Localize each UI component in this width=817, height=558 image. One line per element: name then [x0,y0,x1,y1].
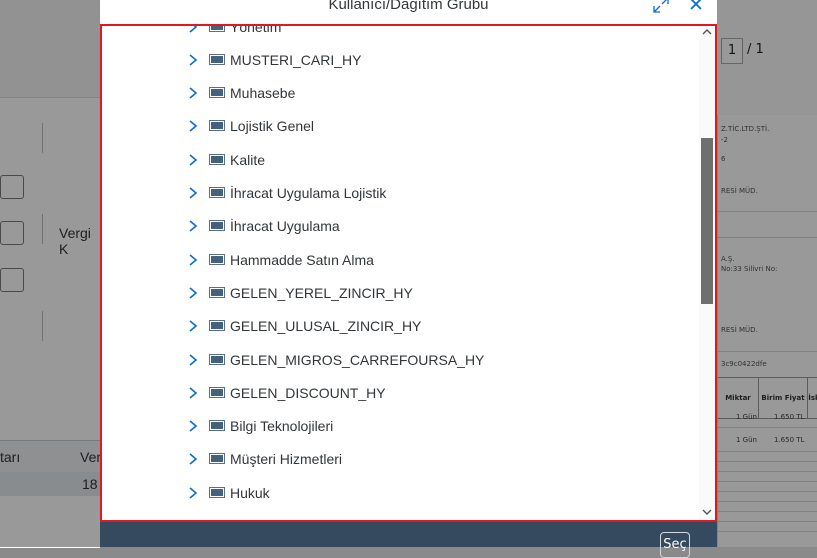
group-icon [209,53,225,65]
chevron-right-icon[interactable] [186,451,200,467]
dialog-title: Kullanıcı/Dağıtım Grubu [328,0,489,13]
chevron-right-icon[interactable] [186,318,200,334]
chevron-right-icon[interactable] [186,26,200,35]
group-icon [209,253,225,265]
group-icon [209,320,225,332]
tree-item[interactable]: Müşteri Hizmetleri [102,443,702,476]
group-select-dialog: Kullanıcı/Dağıtım Grubu Yönetim MUSTERI_C… [100,0,717,558]
tree-item-label: İhracat Uygulama Lojistik [230,185,387,201]
tree-item[interactable]: İhracat Uygulama Lojistik [102,177,702,210]
tree-item[interactable]: Hukuk [102,476,702,509]
tree-list: Yönetim MUSTERI_CARI_HY Muhasebe Lojistik G… [100,24,717,522]
group-icon [209,353,225,365]
chevron-right-icon[interactable] [186,85,200,101]
tree-item[interactable]: GELEN_MIGROS_CARREFOURSA_HY [102,343,702,376]
group-icon [209,420,225,432]
group-icon [209,386,225,398]
chevron-right-icon[interactable] [186,252,200,268]
tree-item-label: Lojistik Genel [230,118,315,135]
chevron-right-icon[interactable] [186,418,200,434]
tree-item-label: Kalite [230,151,266,168]
chevron-right-icon[interactable] [186,218,200,234]
group-icon [209,120,225,132]
chevron-right-icon[interactable] [186,118,200,134]
chevron-right-icon[interactable] [186,285,200,301]
tree-item[interactable]: İhracat Uygulama [102,210,702,243]
group-icon [209,187,225,198]
tree-item[interactable]: Bilgi Teknolojileri [102,410,702,443]
group-icon [209,153,225,165]
select-button[interactable]: Seç [660,532,690,558]
tree-item-label: Hammadde Satın Alma [230,251,374,268]
tree-item[interactable]: Yönetim [102,24,702,43]
dialog-header: Kullanıcı/Dağıtım Grubu [100,0,717,24]
chevron-right-icon[interactable] [186,52,200,68]
tree-item-label: GELEN_ULUSAL_ZINCIR_HY [230,318,422,335]
group-icon [209,453,225,465]
scroll-down-icon[interactable] [701,506,713,520]
tree-item-label: Bilgi Teknolojileri [230,418,334,435]
close-icon[interactable] [684,0,708,20]
chevron-right-icon[interactable] [186,385,200,401]
dialog-footer: Seç [100,522,717,558]
tree-item[interactable]: Muhasebe [102,77,702,110]
chevron-right-icon[interactable] [186,485,200,501]
tree-item-label: İhracat Uygulama [230,218,340,235]
tree-item-label: GELEN_MIGROS_CARREFOURSA_HY [230,351,485,368]
tree-item[interactable]: Kalite [102,143,702,176]
chevron-right-icon[interactable] [186,185,200,201]
tree-item-label: MUSTERI_CARI_HY [230,51,362,68]
tree-item[interactable]: GELEN_DISCOUNT_HY [102,376,702,409]
tree-item-label: GELEN_DISCOUNT_HY [230,384,386,401]
tree-item[interactable]: GELEN_YEREL_ZINCIR_HY [102,276,702,309]
scroll-thumb[interactable] [701,138,713,304]
tree-item[interactable]: Lojistik Genel [102,110,702,143]
tree-item-label: GELEN_YEREL_ZINCIR_HY [230,284,413,301]
tree-item-label: Hukuk [230,484,270,501]
scrollbar[interactable] [699,26,715,520]
tree-item[interactable]: GELEN_ULUSAL_ZINCIR_HY [102,310,702,343]
tree-item[interactable]: MUSTERI_CARI_HY [102,43,702,76]
tree-item-label: Muhasebe [230,85,296,102]
group-icon [209,26,225,32]
tree-item[interactable]: Hammadde Satın Alma [102,243,702,276]
tree-item-label: Yönetim [230,24,282,35]
group-icon [209,486,225,498]
scroll-up-icon[interactable] [701,26,713,40]
group-icon [209,220,225,232]
group-icon [209,87,225,99]
chevron-right-icon[interactable] [186,152,200,168]
group-icon [209,286,225,298]
chevron-right-icon[interactable] [186,352,200,368]
resize-icon[interactable] [649,0,673,20]
tree-item-label: Müşteri Hizmetleri [230,451,343,468]
